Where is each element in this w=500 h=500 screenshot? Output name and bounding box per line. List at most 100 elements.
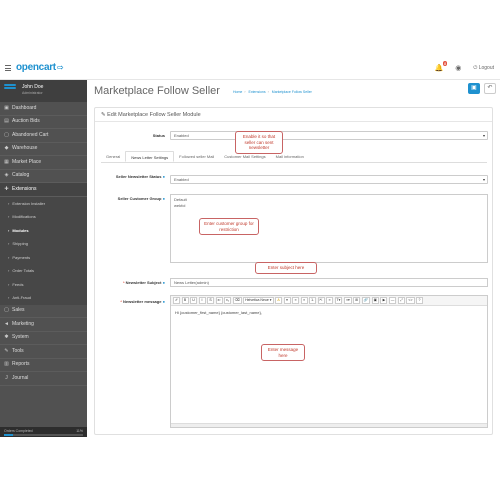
orders-progress-bar — [4, 434, 83, 436]
sidebar-item-abandoned-cart[interactable]: ▢ Abandoned Cart — [0, 129, 87, 143]
sidebar-item-catalog[interactable]: ◈ Catalog — [0, 170, 87, 183]
toolbar-button[interactable]: A — [275, 297, 283, 304]
cog-icon: ✱ — [4, 334, 9, 340]
help-circle-icon: ● — [162, 174, 165, 179]
logout-link[interactable]: ⏻ Logout — [473, 65, 494, 71]
sidebar-item-warehouse[interactable]: ◆ Warehouse — [0, 143, 87, 156]
status-select[interactable]: Enabled ▾ — [170, 131, 488, 140]
tab-followed-seller-mail[interactable]: Followed seller Mail — [174, 151, 219, 162]
sidebar-subitem-payments[interactable]: › Payments — [0, 250, 87, 264]
breadcrumb-home[interactable]: Home — [233, 90, 242, 94]
sidebar-subitem-modifications[interactable]: › Modifications — [0, 210, 87, 224]
sidebar-subitem-feeds[interactable]: › Feeds — [0, 277, 87, 291]
warehouse-icon: ◆ — [4, 145, 9, 151]
orders-completed-progress: Orders Completed 11% — [0, 427, 87, 437]
toolbar-button[interactable]: ? — [416, 297, 424, 304]
toolbar-button[interactable]: ⇱ — [317, 297, 325, 304]
puzzle-icon: ✚ — [4, 185, 9, 192]
reply-icon: ↶ — [487, 85, 493, 91]
callout-subject: Enter subject here — [255, 262, 317, 274]
user-role: Administrator — [22, 91, 43, 95]
sidebar-item-sales[interactable]: ▢ Sales — [0, 305, 87, 318]
sidebar-item-extensions[interactable]: ✚ Extensions — [0, 183, 87, 197]
chevron-right-icon: › — [8, 268, 10, 273]
caret-down-icon: ▾ — [482, 133, 485, 138]
share-icon: ◄ — [4, 320, 9, 327]
toolbar-button[interactable]: B — [181, 297, 189, 304]
orders-completed-label: Orders Completed — [4, 429, 33, 433]
wrench-icon: ✎ — [4, 347, 9, 354]
editor-resize-handle[interactable] — [171, 423, 487, 427]
chevron-right-icon: › — [8, 227, 10, 233]
caret-down-icon: ▾ — [482, 177, 485, 182]
toolbar-button[interactable]: ≡ — [292, 297, 300, 304]
sidebar-item-journal[interactable]: J Journal — [0, 372, 87, 386]
editor-toolbar: ✐ B U I Sx² x₂ ⌫ Helvetica Neue ▾ A ▾ ≡ ≡ 1. ⇱ ≡ T▾ ≡▾ ⊞ 🔗… — [171, 296, 487, 306]
toolbar-button[interactable]: x² — [215, 297, 223, 304]
toolbar-button[interactable]: Helvetica Neue ▾ — [243, 297, 274, 304]
toolbar-button[interactable]: ✐ — [173, 297, 180, 304]
sidebar-subitem-extension-installer[interactable]: › Extension Installer — [0, 196, 87, 210]
journal-icon: J — [5, 374, 8, 381]
toolbar-button[interactable]: ≡ — [326, 297, 334, 304]
toolbar-button[interactable]: ≡ — [300, 297, 308, 304]
sidebar-item-auction-bids[interactable]: ▤ Auction Bids — [0, 116, 87, 129]
top-header: opencart⇨ 🔔 8 ◉ ⏻ Logout — [0, 58, 500, 80]
notification-badge: 8 — [443, 61, 448, 66]
user-profile[interactable]: John Doe Administrator — [0, 80, 87, 102]
sidebar-subitem-modules[interactable]: › Modules — [0, 223, 87, 237]
logout-icon: ⏻ — [473, 65, 478, 71]
newsletter-subject-input[interactable]: News Letter(admin) — [170, 278, 488, 287]
toolbar-button[interactable]: ▾ — [283, 297, 291, 304]
help-circle-icon: ● — [162, 196, 165, 201]
opencart-logo[interactable]: opencart⇨ — [16, 62, 64, 73]
breadcrumb-extensions[interactable]: Extensions — [249, 90, 266, 94]
chevron-right-icon: › — [8, 254, 10, 260]
toolbar-button[interactable]: T▾ — [334, 297, 343, 304]
save-icon: ▣ — [471, 85, 477, 91]
gavel-icon: ▤ — [4, 118, 9, 124]
help-circle-icon: ● — [162, 280, 165, 285]
sidebar-item-dashboard[interactable]: ▣ Dashboard — [0, 102, 87, 116]
newsletter-status-select[interactable]: Enabled ▾ — [170, 175, 488, 184]
edit-panel: ✎ Edit Marketplace Follow Seller Module … — [94, 107, 493, 435]
save-button[interactable]: ▣ — [468, 83, 480, 94]
breadcrumb-current[interactable]: Marketplace Follow Seller — [272, 90, 312, 94]
sidebar-subitem-order-totals[interactable]: › Order Totals — [0, 264, 87, 278]
sidebar-subitem-anti-fraud[interactable]: › Anti-Fraud — [0, 291, 87, 305]
tab-bar: General News Letter Settings Followed se… — [101, 151, 487, 163]
sidebar-item-tools[interactable]: ✎ Tools — [0, 345, 87, 359]
toolbar-button[interactable]: ▶ — [380, 297, 388, 304]
tab-news-letter-settings[interactable]: News Letter Settings — [125, 151, 175, 162]
toolbar-button[interactable]: U — [190, 297, 197, 304]
newsletter-message-editor[interactable]: ✐ B U I Sx² x₂ ⌫ Helvetica Neue ▾ A ▾ ≡ ≡ 1. ⇱ ≡ T▾ ≡▾ ⊞ 🔗… — [170, 295, 488, 428]
back-button[interactable]: ↶ — [484, 83, 496, 94]
toolbar-button[interactable]: ≡▾ — [343, 297, 352, 304]
customer-group-label: Seller Customer Group ● — [117, 196, 165, 201]
tab-general[interactable]: General — [101, 151, 125, 162]
sidebar-item-marketing[interactable]: ◄ Marketing — [0, 318, 87, 332]
toolbar-button[interactable]: 1. — [309, 297, 317, 304]
toolbar-button[interactable]: S — [207, 297, 214, 304]
toolbar-button[interactable]: x₂ — [224, 297, 232, 304]
toolbar-button[interactable]: ⌫ — [232, 297, 242, 304]
sidebar-item-system[interactable]: ✱ System — [0, 332, 87, 345]
sidebar-subitem-shipping[interactable]: › Shipping — [0, 237, 87, 251]
toolbar-button[interactable]: <> — [406, 297, 415, 304]
toolbar-button[interactable]: — — [388, 297, 397, 304]
toolbar-button[interactable]: 🔗 — [361, 297, 371, 304]
help-circle-icon: ● — [162, 299, 165, 304]
sidebar-item-market-place[interactable]: ▦ Market Place — [0, 156, 87, 170]
callout-message: Enter message here — [261, 344, 305, 361]
help-icon[interactable]: ◉ — [455, 64, 461, 72]
chevron-right-icon: › — [8, 281, 10, 287]
toolbar-button[interactable]: ▣ — [371, 297, 379, 304]
toolbar-button[interactable]: ⤢ — [397, 297, 405, 304]
sidebar-item-reports[interactable]: ▥ Reports — [0, 359, 87, 372]
editor-body[interactable]: Hi {customer_first_name} {customer_last_… — [171, 306, 487, 319]
toolbar-button[interactable]: I — [198, 297, 206, 304]
menu-toggle-icon[interactable] — [5, 65, 11, 71]
notification-icon[interactable]: 🔔 8 — [435, 61, 448, 72]
customer-group-option[interactable]: wekfol — [174, 203, 484, 209]
toolbar-button[interactable]: ⊞ — [353, 297, 361, 304]
